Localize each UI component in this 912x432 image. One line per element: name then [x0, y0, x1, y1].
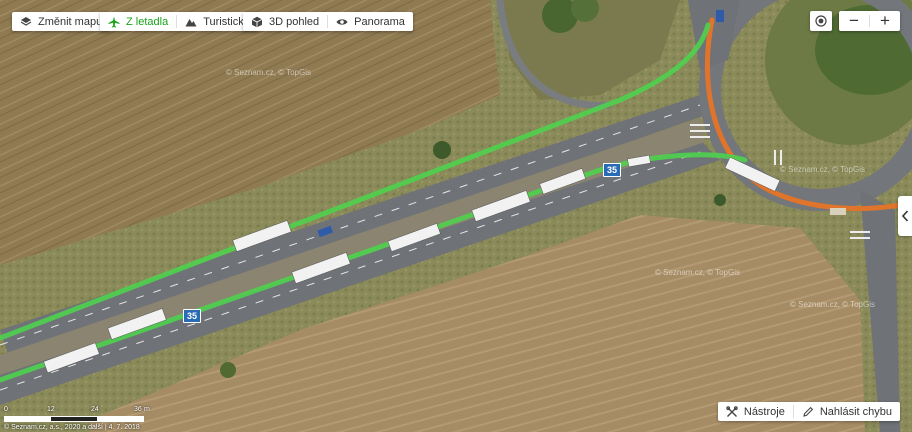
scale-unit: m: [144, 406, 150, 413]
scale-label: 0: [4, 406, 8, 413]
map-watermark: © Seznam.cz, © TopGis: [790, 300, 876, 309]
map-watermark: © Seznam.cz, © TopGis: [226, 68, 312, 77]
report-error-button[interactable]: Nahlásit chybu: [794, 402, 900, 421]
panorama-button[interactable]: Panorama: [328, 12, 413, 31]
road-number-shield: 35: [603, 163, 622, 177]
side-panel-toggle[interactable]: [898, 196, 912, 236]
bottom-toolbar: Nástroje Nahlásit chybu: [717, 402, 900, 421]
locate-button[interactable]: [810, 11, 832, 31]
scale-label: 12: [47, 406, 55, 413]
zoom-controls: − +: [839, 11, 900, 31]
pencil-icon: [803, 406, 814, 417]
road-number-shield: 35: [183, 309, 202, 323]
cube-icon: [251, 16, 263, 27]
map-watermark: © Seznam.cz, © TopGis: [780, 165, 866, 174]
map-type-toolbar: Z letadla Turistická: [100, 12, 258, 31]
map-type-aerial-label: Z letadla: [126, 15, 169, 28]
view-toolbar: 3D pohled Panorama: [243, 12, 413, 31]
copyright-notice: © Seznam.cz, a.s., 2020 a další | 4. 7. …: [4, 424, 140, 431]
layers-icon: [20, 16, 32, 26]
airplane-icon: [108, 16, 120, 28]
map-type-aerial-button[interactable]: Z letadla: [100, 12, 176, 31]
zoom-out-button[interactable]: −: [839, 11, 869, 31]
scale-bar: [4, 416, 144, 422]
scale-label: 36: [134, 406, 142, 413]
scale-label: 24: [91, 406, 99, 413]
zoom-in-button[interactable]: +: [870, 11, 900, 31]
report-error-label: Nahlásit chybu: [819, 405, 892, 418]
chevron-left-icon: [901, 210, 909, 222]
aerial-map[interactable]: © Seznam.cz, © TopGis © Seznam.cz, © Top…: [0, 0, 912, 432]
change-map-toolbar: Změnit mapu: [12, 12, 111, 31]
mountain-icon: [185, 18, 197, 26]
tools-button[interactable]: Nástroje: [718, 402, 793, 421]
panorama-label: Panorama: [354, 15, 405, 28]
change-map-button[interactable]: Změnit mapu: [12, 12, 110, 31]
map-scale: 0 12 24 36 m: [4, 406, 154, 422]
view-3d-button[interactable]: 3D pohled: [243, 12, 327, 31]
tools-icon: [726, 405, 738, 417]
map-watermark: © Seznam.cz, © TopGis: [655, 268, 741, 277]
aerial-imagery: [0, 0, 912, 432]
view-3d-label: 3D pohled: [269, 15, 320, 28]
change-map-label: Změnit mapu: [38, 15, 103, 28]
eye-icon: [336, 18, 348, 25]
locate-icon: [815, 15, 827, 27]
tools-label: Nástroje: [743, 405, 785, 418]
